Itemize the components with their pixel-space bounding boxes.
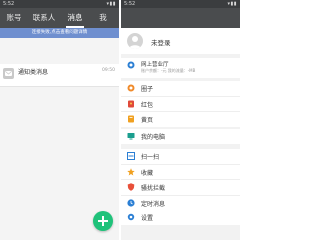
menu-item-settings[interactable]: 设置	[121, 210, 240, 225]
message-title: 通知类消息	[18, 69, 49, 76]
computer-icon	[127, 133, 135, 140]
gear-icon	[127, 213, 135, 221]
menu-item-scheduled-message[interactable]: 定时消息	[121, 196, 240, 211]
scan-icon	[127, 152, 135, 160]
menu-item-scan[interactable]: 扫一扫	[121, 149, 240, 165]
tab-me[interactable]: 我	[90, 8, 116, 28]
menu-item-favorites[interactable]: 收藏	[121, 165, 240, 181]
menu-label: 设置	[141, 215, 154, 222]
user-profile-row[interactable]: 未登录	[121, 28, 240, 54]
status-time: 5:52	[3, 1, 15, 7]
notification-icon	[3, 68, 14, 79]
menu-item-harassment-block[interactable]: 骚扰拦截	[121, 180, 240, 196]
tab-messages[interactable]: 消息	[62, 8, 88, 28]
messages-screen: 5:52 ▾▮▮ 账号 联系人 消息 我 连接失败,点击查看问题详情 通知类消息…	[0, 0, 119, 240]
clock-icon	[127, 199, 135, 207]
menu-label: 圈子	[141, 86, 154, 93]
tab-bar: 账号 联系人 消息 我	[0, 8, 119, 28]
add-button[interactable]	[93, 211, 113, 231]
status-bar: 5:52 ▾▮▮	[0, 0, 119, 8]
avatar	[127, 33, 143, 49]
menu-group: 我的电脑	[121, 129, 240, 144]
menu-label: 骚扰拦截	[141, 185, 166, 193]
star-icon	[127, 167, 135, 176]
shield-icon	[127, 183, 135, 191]
me-screen: 5:52 ▾▮▮ 未登录 网上营业厅 账户余额：-元 我的流量：-MB 圈子 红…	[121, 0, 240, 240]
account-balance: 账户余额：-元 我的流量：-MB	[141, 68, 196, 73]
menu-item-my-computer[interactable]: 我的电脑	[121, 129, 240, 144]
online-hall-icon	[127, 61, 135, 69]
circle-icon	[127, 84, 135, 92]
menu-label: 我的电脑	[141, 134, 166, 141]
menu-item-circle[interactable]: 圈子	[121, 81, 240, 97]
tab-contacts[interactable]: 联系人	[28, 8, 60, 28]
menu-label: 定时消息	[141, 200, 166, 208]
menu-group: 扫一扫 收藏 骚扰拦截 定时消息	[121, 149, 240, 211]
tab-accounts[interactable]: 账号	[2, 8, 26, 28]
menu-label: 扫一扫	[141, 154, 160, 161]
connection-error-banner[interactable]: 连接失败,点击查看问题详情	[0, 28, 119, 38]
menu-label: 黄页	[141, 117, 154, 125]
user-name: 未登录	[151, 39, 171, 47]
menu-label: 红包	[141, 101, 154, 109]
status-icons: ▾▮▮	[106, 1, 116, 7]
menu-group-settings: 设置	[121, 210, 240, 225]
red-packet-icon	[128, 100, 134, 108]
online-hall-row[interactable]: 网上营业厅 账户余额：-元 我的流量：-MB	[121, 58, 240, 78]
message-time: 09:50	[102, 68, 115, 73]
top-bar	[121, 8, 240, 28]
menu-item-yellow-pages[interactable]: 黄页	[121, 112, 240, 127]
person-icon	[129, 36, 141, 49]
menu-item-red-packet[interactable]: 红包	[121, 97, 240, 113]
menu-group: 圈子 红包 黄页	[121, 81, 240, 127]
status-bar: 5:52 ▾▮▮	[121, 0, 240, 8]
online-hall-title: 网上营业厅	[141, 62, 169, 68]
yellow-pages-icon	[128, 115, 134, 123]
status-icons: ▾▮▮	[227, 1, 237, 7]
message-item[interactable]: 通知类消息 09:50	[0, 64, 119, 87]
status-time: 5:52	[124, 1, 136, 7]
plus-icon	[98, 216, 108, 226]
menu-label: 收藏	[141, 169, 154, 177]
